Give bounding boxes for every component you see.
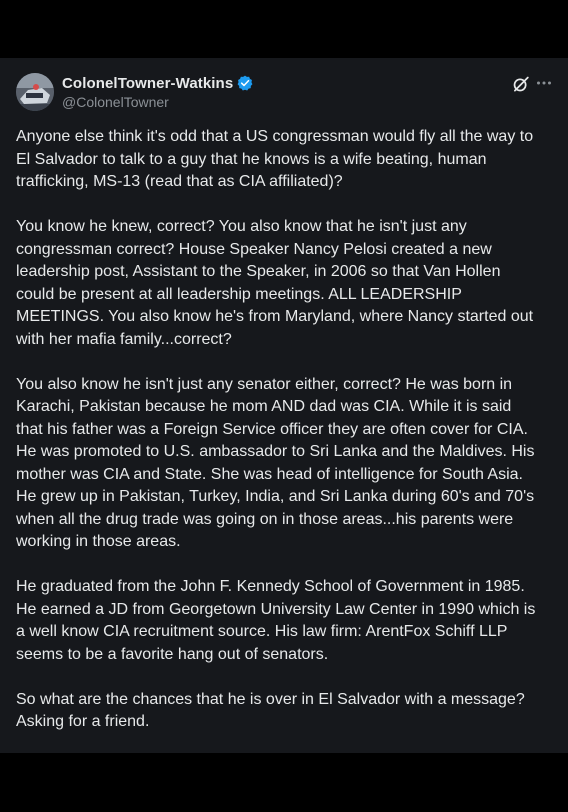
text-line: mother was CIA and State. She was head o… <box>16 465 523 483</box>
more-options-icon[interactable] <box>536 76 552 90</box>
grok-icon[interactable] <box>512 75 530 93</box>
text-line: You know he knew, correct? You also know… <box>16 218 467 235</box>
avatar[interactable] <box>16 73 54 111</box>
post-paragraph: You know he knew, correct? You also know… <box>16 216 560 351</box>
text-line: with her mafia family...correct? <box>16 330 232 348</box>
post-header: ColonelTowner-Watkins @ColonelTowner <box>16 73 552 113</box>
text-line: Karachi, Pakistan because he mom AND dad… <box>16 398 512 415</box>
display-name[interactable]: ColonelTowner-Watkins <box>62 75 233 92</box>
post-paragraph: Anyone else think it's odd that a US con… <box>16 126 560 194</box>
post-paragraph: You also know he isn't just any senator … <box>16 374 560 554</box>
post-body: Anyone else think it's odd that a US con… <box>16 126 560 734</box>
text-line: He graduated from the John F. Kennedy Sc… <box>16 578 525 595</box>
author-block: ColonelTowner-Watkins @ColonelTowner <box>62 73 253 110</box>
text-line: a well know CIA recruitment source. His … <box>16 623 508 640</box>
text-line: He was promoted to U.S. ambassador to Sr… <box>16 443 535 460</box>
text-line: He earned a JD from Georgetown Universit… <box>16 600 536 618</box>
text-line: MEETINGS. You also know he's from Maryla… <box>16 308 534 325</box>
text-line: El Salvador to talk to a guy that he kno… <box>16 150 487 168</box>
post-paragraph: He graduated from the John F. Kennedy Sc… <box>16 576 560 666</box>
display-name-row: ColonelTowner-Watkins <box>62 73 253 93</box>
text-line: that his father was a Foreign Service of… <box>16 420 528 438</box>
handle[interactable]: @ColonelTowner <box>62 94 253 110</box>
text-line: could be present at all leadership meeti… <box>16 285 462 303</box>
post-paragraph: So what are the chances that he is over … <box>16 689 560 734</box>
text-line: working in those areas. <box>16 533 181 550</box>
text-line: when all the drug trade was going on in … <box>16 510 514 528</box>
text-line: seems to be a favorite hang out of senat… <box>16 645 329 663</box>
post-card[interactable]: ColonelTowner-Watkins @ColonelTowner Any… <box>0 58 568 753</box>
text-line: trafficking, MS-13 (read that as CIA aff… <box>16 173 343 190</box>
text-line: So what are the chances that he is over … <box>16 690 525 708</box>
text-line: leadership post, Assistant to the Speake… <box>16 263 501 280</box>
verified-badge-icon[interactable] <box>237 75 253 91</box>
text-line: Asking for a friend. <box>16 713 150 730</box>
avatar-image <box>16 73 54 111</box>
text-line: congressman correct? House Speaker Nancy… <box>16 240 492 258</box>
text-line: You also know he isn't just any senator … <box>16 375 513 393</box>
screenshot-frame: ColonelTowner-Watkins @ColonelTowner Any… <box>0 0 568 812</box>
text-line: Anyone else think it's odd that a US con… <box>16 128 534 145</box>
text-line: He grew up in Pakistan, Turkey, India, a… <box>16 488 535 505</box>
